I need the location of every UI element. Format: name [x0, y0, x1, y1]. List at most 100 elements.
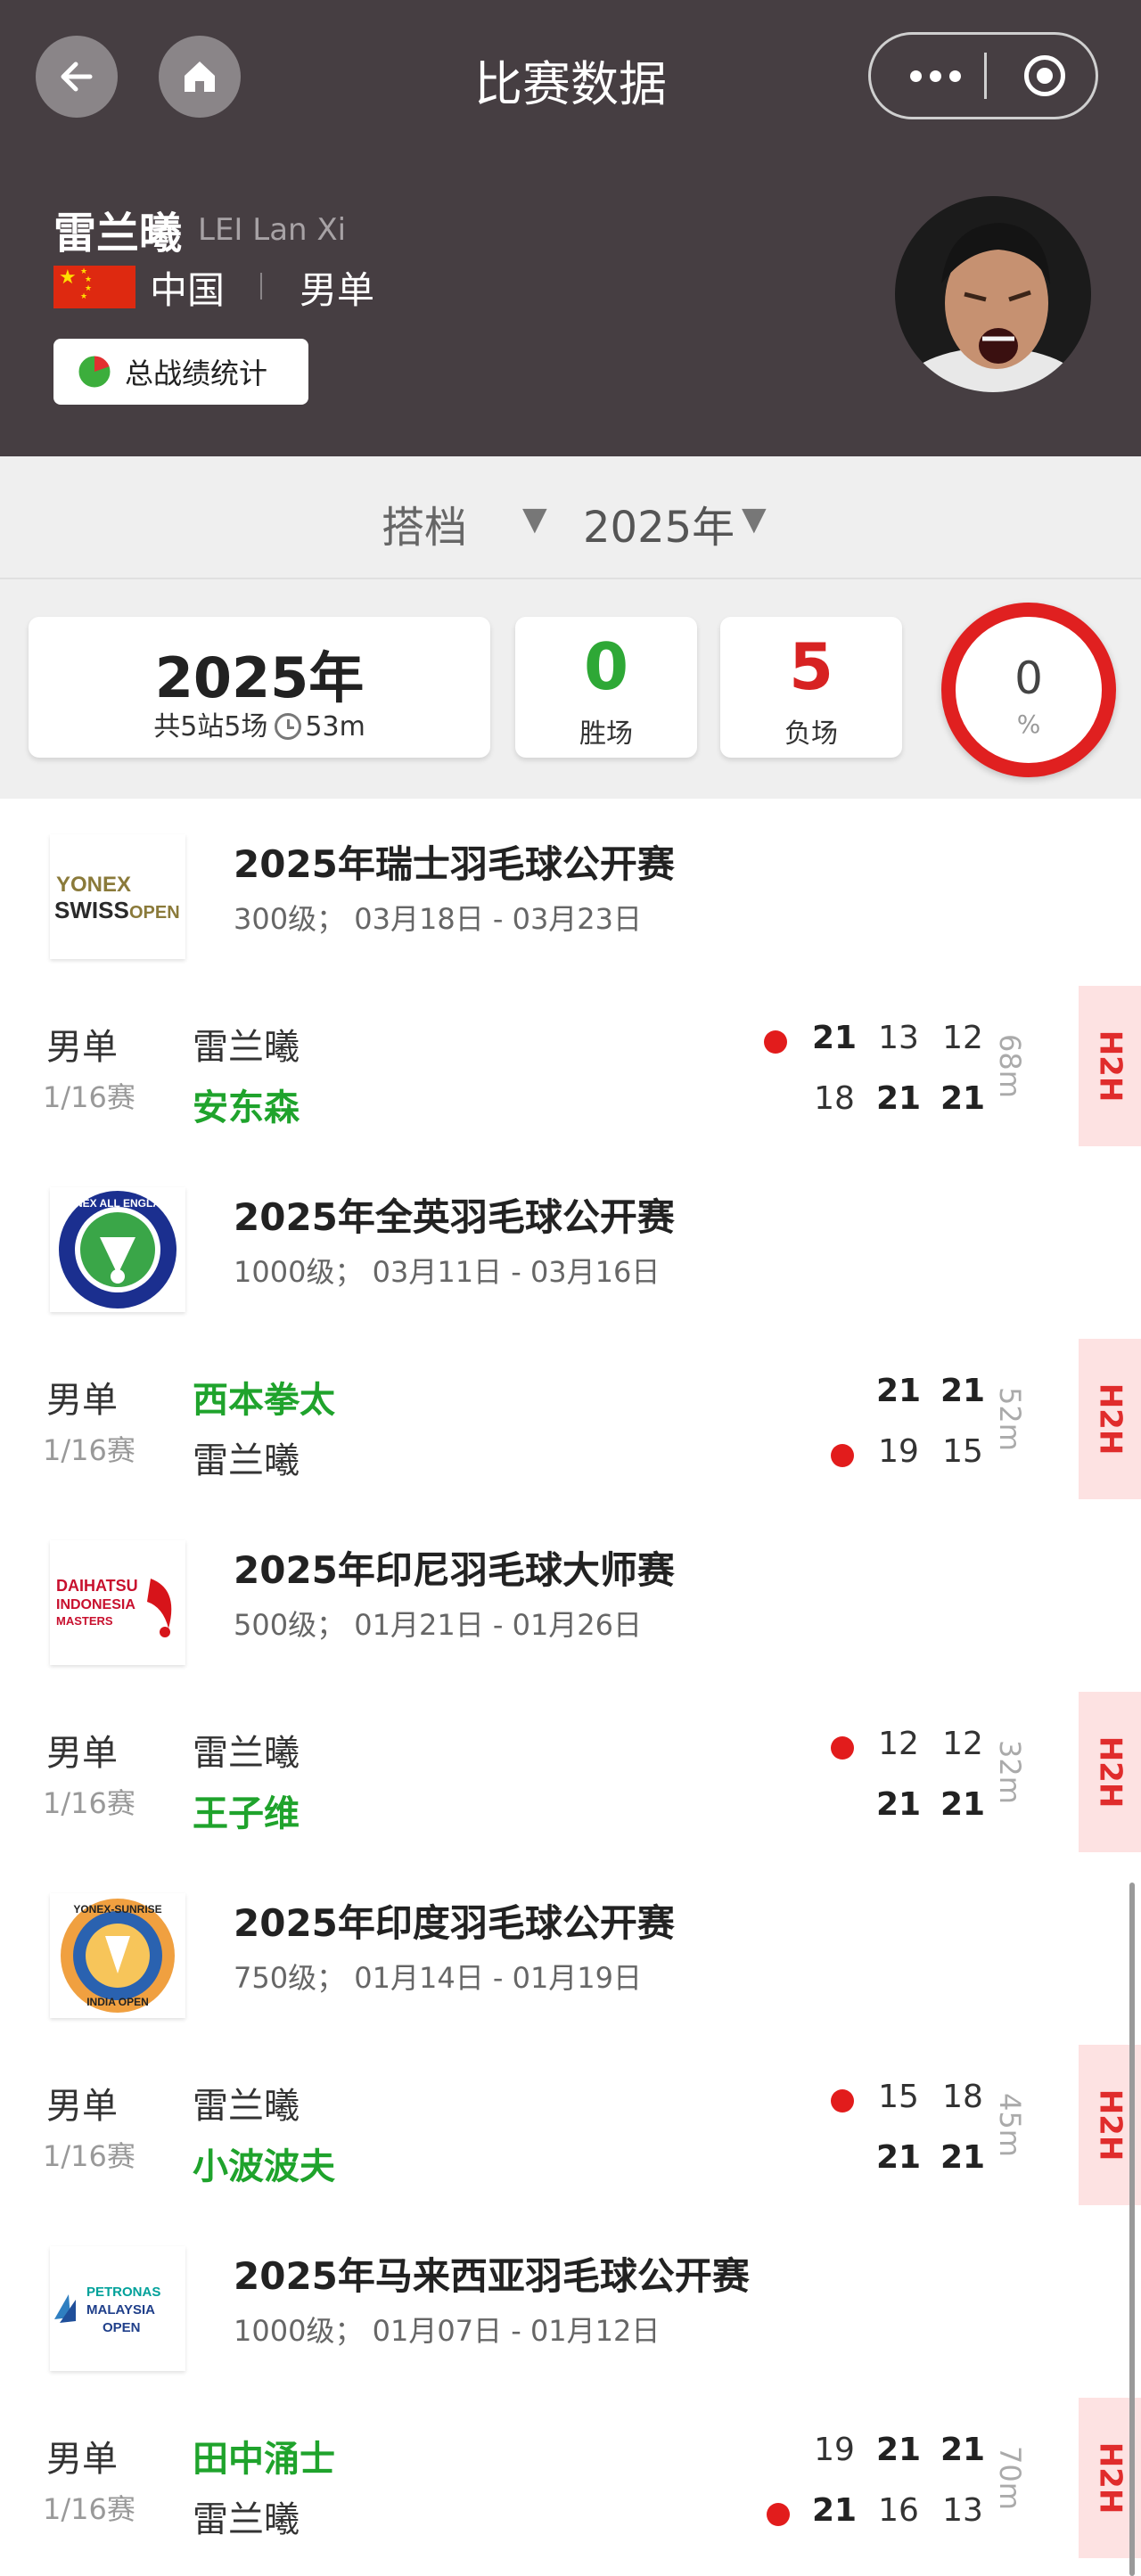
match-row[interactable]: 男单 1/16赛 雷兰曦 小波波夫 15 18 21 21 45m H2H — [0, 2045, 1141, 2205]
china-flag-icon: ★ ★ ★ ★ ★ — [53, 266, 135, 308]
player-avatar — [895, 196, 1091, 392]
match-event: 男单 — [46, 1380, 118, 1421]
summary-subline: 共5站5场 53m — [29, 704, 490, 743]
partner-filter[interactable]: 搭档 — [382, 492, 467, 554]
score: 15 — [942, 1433, 983, 1470]
player-name-en: LEI Lan Xi — [198, 212, 347, 248]
player-country: 中国 — [150, 268, 226, 312]
h2h-label: H2H — [1092, 1735, 1129, 1809]
wins-label: 胜场 — [579, 718, 633, 750]
score: 18 — [942, 2079, 983, 2115]
match-duration: 70m — [993, 2446, 1027, 2510]
tournament-name: 2025年印度羽毛球公开赛 — [234, 1901, 675, 1945]
score: 21 — [940, 1786, 986, 1823]
match-event: 男单 — [46, 1027, 118, 1068]
tournament-item[interactable]: YONEX SWISS OPEN 2025年瑞士羽毛球公开赛 300级； 03月… — [0, 799, 1141, 995]
match-duration: 52m — [993, 1387, 1027, 1451]
win-rate-value: 0 — [1014, 652, 1043, 704]
svg-text:YONEX-SUNRISE: YONEX-SUNRISE — [73, 1903, 161, 1916]
wins-count: 0 — [583, 629, 629, 704]
player-bottom[interactable]: 雷兰曦 — [193, 1432, 300, 1483]
info-divider — [260, 273, 262, 299]
svg-text:PETRONAS: PETRONAS — [86, 2285, 160, 2300]
score: 12 — [942, 1020, 983, 1056]
tournament-name: 2025年马来西亚羽毛球公开赛 — [234, 2254, 750, 2298]
year-card: 2025年 共5站5场 53m — [29, 617, 490, 758]
score: 13 — [942, 2492, 983, 2529]
player-event: 男单 — [300, 268, 375, 312]
player-top[interactable]: 雷兰曦 — [193, 1018, 300, 1070]
wins-card: 0 胜场 — [515, 617, 697, 758]
overall-stats-label: 总战绩统计 — [125, 357, 268, 390]
h2h-button[interactable]: H2H — [1079, 1692, 1141, 1852]
overall-stats-button[interactable]: 总战绩统计 — [53, 339, 308, 405]
svg-text:YONEX: YONEX — [56, 873, 131, 897]
svg-text:MASTERS: MASTERS — [56, 1614, 113, 1628]
svg-text:SWISS: SWISS — [54, 897, 129, 923]
tournament-item[interactable]: DAIHATSU INDONESIA MASTERS 2025年印尼羽毛球大师赛… — [0, 1505, 1141, 1701]
scrollbar-thumb[interactable] — [1129, 1883, 1135, 2576]
player-header: 比赛数据 雷兰曦 LEI Lan Xi ★ ★ ★ ★ ★ 中国 男单 总战绩统… — [0, 0, 1141, 456]
match-duration: 68m — [993, 1034, 1027, 1098]
close-target-icon[interactable] — [1024, 55, 1065, 96]
tournament-name: 2025年全英羽毛球公开赛 — [234, 1195, 675, 1239]
yonex-swiss-open-logo: YONEX SWISS OPEN — [50, 834, 185, 959]
score: 21 — [940, 2432, 986, 2468]
score: 16 — [878, 2492, 919, 2529]
match-row[interactable]: 男单 1/16赛 雷兰曦 安东森 21 13 12 18 21 21 68m H… — [0, 986, 1141, 1146]
tournament-item[interactable]: PETRONAS MALAYSIA OPEN 2025年马来西亚羽毛球公开赛 1… — [0, 2211, 1141, 2407]
h2h-button[interactable]: H2H — [1079, 1339, 1141, 1499]
mini-program-capsule[interactable] — [868, 32, 1098, 119]
match-duration: 45m — [993, 2093, 1027, 2157]
match-row[interactable]: 男单 1/16赛 雷兰曦 王子维 12 12 21 21 32m H2H — [0, 1692, 1141, 1852]
win-rate-ring: 0 % — [941, 603, 1116, 777]
match-row[interactable]: 男单 1/16赛 西本拳太 雷兰曦 21 21 19 15 52m H2H — [0, 1339, 1141, 1499]
match-duration: 32m — [993, 1740, 1027, 1804]
match-row[interactable]: 男单 1/16赛 田中涌士 雷兰曦 19 21 21 21 16 13 70m … — [0, 2398, 1141, 2558]
player-top[interactable]: 雷兰曦 — [193, 1724, 300, 1776]
target-player-dot — [831, 1444, 854, 1467]
player-top[interactable]: 西本拳太 — [193, 1371, 335, 1423]
pie-chart-icon — [78, 355, 111, 389]
h2h-label: H2H — [1092, 1030, 1129, 1103]
losses-card: 5 负场 — [720, 617, 902, 758]
player-bottom[interactable]: 雷兰曦 — [193, 2490, 300, 2542]
player-top[interactable]: 田中涌士 — [193, 2430, 335, 2482]
caret-down-icon[interactable]: ▼ — [522, 501, 547, 537]
player-bottom[interactable]: 小波波夫 — [193, 2137, 335, 2189]
score: 21 — [875, 2139, 922, 2176]
tournament-info: 500级； 01月21日 - 01月26日 — [234, 1608, 643, 1642]
player-top[interactable]: 雷兰曦 — [193, 2077, 300, 2129]
svg-text:YONEX ALL ENGLAND: YONEX ALL ENGLAND — [60, 1197, 176, 1210]
score: 21 — [875, 1373, 922, 1409]
match-round: 1/16赛 — [43, 2139, 135, 2173]
score: 21 — [811, 1020, 858, 1056]
svg-text:MALAYSIA: MALAYSIA — [86, 2302, 155, 2318]
target-player-dot — [831, 1736, 854, 1760]
player-name-cn: 雷兰曦 — [53, 209, 183, 258]
score: 13 — [878, 1020, 919, 1056]
losses-label: 负场 — [784, 718, 838, 750]
year-filter[interactable]: 2025年 — [583, 492, 735, 554]
score: 21 — [811, 2492, 858, 2529]
match-event: 男单 — [46, 1733, 118, 1774]
svg-text:OPEN: OPEN — [103, 2320, 141, 2335]
score: 21 — [875, 2432, 922, 2468]
h2h-label: H2H — [1092, 2441, 1129, 2514]
tournament-item[interactable]: YONEX-SUNRISE INDIA OPEN 2025年印度羽毛球公开赛 7… — [0, 1858, 1141, 2054]
svg-text:DAIHATSU: DAIHATSU — [56, 1577, 138, 1595]
h2h-button[interactable]: H2H — [1079, 986, 1141, 1146]
stations-matches: 共5站5场 — [153, 711, 268, 742]
filter-bar: 搭档 ▼ 2025年 ▼ — [0, 456, 1141, 579]
score: 21 — [940, 1373, 986, 1409]
h2h-label: H2H — [1092, 2088, 1129, 2162]
caret-down-icon[interactable]: ▼ — [742, 501, 767, 537]
more-menu-icon[interactable] — [891, 35, 980, 117]
player-bottom[interactable]: 王子维 — [193, 1784, 300, 1836]
tournament-info: 1000级； 01月07日 - 01月12日 — [234, 2314, 661, 2348]
tournament-item[interactable]: YONEX ALL ENGLAND 2025年全英羽毛球公开赛 1000级； 0… — [0, 1152, 1141, 1348]
svg-text:INDIA OPEN: INDIA OPEN — [86, 1996, 149, 2008]
summary-year: 2025年 — [154, 645, 365, 710]
player-bottom[interactable]: 安东森 — [193, 1079, 300, 1130]
target-player-dot — [764, 1030, 787, 1054]
